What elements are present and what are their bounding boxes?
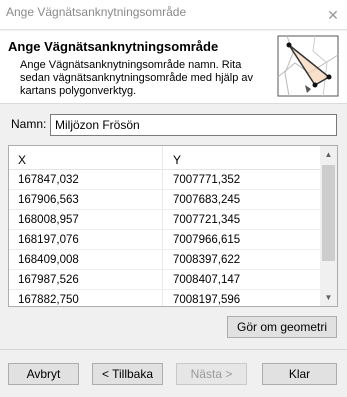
grid-header: X Y bbox=[9, 146, 321, 170]
table-row[interactable]: 168409,008 7008397,622 bbox=[9, 251, 321, 270]
table-row[interactable]: 168008,957 7007721,345 bbox=[9, 211, 321, 230]
cancel-button[interactable]: Avbryt bbox=[8, 363, 79, 385]
coordinate-grid[interactable]: X Y 167847,032 7007771,352 167906,563 70… bbox=[8, 145, 338, 307]
cell-y: 7008397,622 bbox=[173, 254, 241, 266]
close-icon[interactable]: ✕ bbox=[319, 0, 347, 30]
table-row[interactable]: 167906,563 7007683,245 bbox=[9, 191, 321, 210]
cell-x: 168409,008 bbox=[18, 254, 79, 266]
header-title: Ange Vägnätsanknytningsområde bbox=[8, 39, 219, 54]
cell-y: 7007721,345 bbox=[173, 214, 241, 226]
cell-x: 168197,076 bbox=[18, 234, 79, 246]
table-row[interactable]: 168197,076 7007966,615 bbox=[9, 231, 321, 250]
cell-y: 7007771,352 bbox=[173, 174, 241, 186]
map-polygon-icon bbox=[277, 35, 339, 97]
scroll-down-icon[interactable]: ▼ bbox=[320, 289, 337, 306]
cell-x: 167847,032 bbox=[18, 174, 79, 186]
cell-y: 7007683,245 bbox=[173, 194, 241, 206]
cell-y: 7007966,615 bbox=[173, 234, 241, 246]
name-input[interactable] bbox=[50, 114, 337, 136]
vertical-scrollbar[interactable]: ▲ ▼ bbox=[320, 146, 337, 306]
column-header-y[interactable]: Y bbox=[173, 153, 181, 167]
name-label: Namn: bbox=[11, 117, 47, 131]
footer-divider bbox=[0, 349, 347, 350]
window-title: Ange Vägnätsanknytningsområde bbox=[6, 5, 187, 19]
cell-x: 167906,563 bbox=[18, 194, 79, 206]
finish-button[interactable]: Klar bbox=[262, 363, 337, 385]
next-button[interactable]: Nästa > bbox=[176, 363, 247, 385]
redo-geometry-button[interactable]: Gör om geometri bbox=[227, 316, 337, 338]
title-bar: Ange Vägnätsanknytningsområde ✕ bbox=[0, 0, 347, 30]
table-row[interactable]: 167882,750 7008197,596 bbox=[9, 291, 321, 306]
cell-x: 167987,526 bbox=[18, 274, 79, 286]
cell-y: 7008407,147 bbox=[173, 274, 241, 286]
cell-x: 168008,957 bbox=[18, 214, 79, 226]
cell-x: 167882,750 bbox=[18, 294, 79, 306]
cell-y: 7008197,596 bbox=[173, 294, 241, 306]
column-header-x[interactable]: X bbox=[18, 153, 26, 167]
header-description: Ange Vägnätsanknytningsområde namn. Rita… bbox=[20, 59, 253, 97]
scroll-thumb[interactable] bbox=[322, 165, 335, 261]
back-button[interactable]: < Tillbaka bbox=[92, 363, 163, 385]
table-row[interactable]: 167847,032 7007771,352 bbox=[9, 171, 321, 190]
wizard-header: Ange Vägnätsanknytningsområde Ange Vägnä… bbox=[0, 31, 347, 104]
table-row[interactable]: 167987,526 7008407,147 bbox=[9, 271, 321, 290]
scroll-up-icon[interactable]: ▲ bbox=[320, 146, 337, 163]
